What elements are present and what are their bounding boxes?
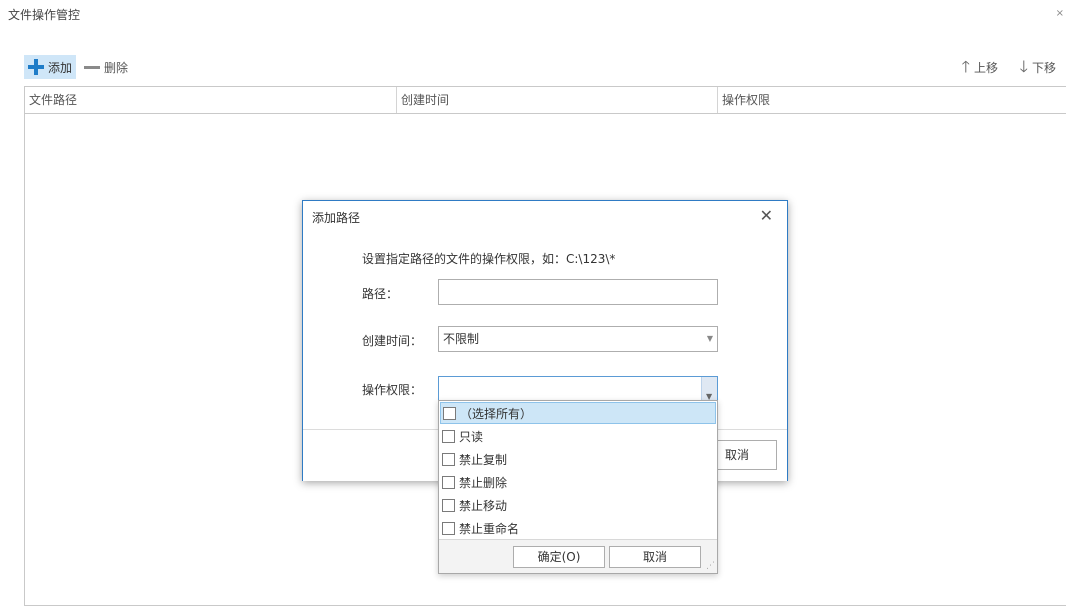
- toolbar: 添加 删除 🡑 上移 🡓 下移: [24, 55, 1062, 81]
- table-header: 文件路径 创建时间 操作权限: [25, 87, 1066, 114]
- move-up-label: 上移: [973, 60, 998, 75]
- move-up-button[interactable]: 🡑 上移: [958, 55, 1002, 79]
- add-button[interactable]: 添加: [24, 55, 77, 79]
- chevron-down-icon: ▼: [706, 334, 713, 343]
- permission-dropdown: （选择所有） 只读 禁止复制 禁止删除 禁止移动 禁止重命名 确定(O) 取消 …: [438, 400, 718, 574]
- column-header-created[interactable]: 创建时间: [397, 87, 718, 113]
- checkbox[interactable]: [442, 475, 455, 489]
- list-item-label: 禁止移动: [459, 498, 508, 513]
- list-item-select-all[interactable]: （选择所有）: [440, 402, 716, 424]
- list-item-no-copy[interactable]: 禁止复制: [440, 448, 716, 470]
- path-label: 路径：: [362, 287, 399, 301]
- arrow-up-icon: 🡑: [961, 57, 970, 76]
- list-item-label: 禁止复制: [459, 452, 508, 467]
- dialog-title: 添加路径: [312, 211, 361, 225]
- column-header-permission[interactable]: 操作权限: [718, 87, 1066, 113]
- list-item-label: 只读: [459, 429, 484, 444]
- dropdown-toggle[interactable]: ▼: [701, 377, 717, 401]
- created-time-value: 不限制: [443, 332, 480, 346]
- minus-icon: [84, 65, 100, 69]
- delete-button-label: 删除: [104, 60, 129, 75]
- add-button-label: 添加: [48, 60, 73, 75]
- list-item-no-rename[interactable]: 禁止重命名: [440, 517, 716, 539]
- created-time-label: 创建时间：: [362, 334, 423, 348]
- dialog-close-icon[interactable]: ✕: [760, 206, 773, 225]
- path-input[interactable]: [438, 279, 718, 305]
- arrow-down-icon: 🡓: [1019, 57, 1028, 76]
- delete-button[interactable]: 删除: [80, 55, 132, 79]
- dropdown-ok-button[interactable]: 确定(O): [513, 546, 605, 568]
- resize-grip-icon[interactable]: ⋰: [706, 561, 715, 571]
- dropdown-footer: 确定(O) 取消 ⋰: [439, 539, 717, 573]
- checkbox[interactable]: [442, 521, 455, 535]
- permission-select[interactable]: ▼: [438, 376, 718, 402]
- checkbox[interactable]: [442, 429, 455, 443]
- list-item-label: （选择所有）: [460, 406, 533, 421]
- move-down-label: 下移: [1031, 60, 1056, 75]
- list-item-read-only[interactable]: 只读: [440, 425, 716, 447]
- column-header-path[interactable]: 文件路径: [25, 87, 397, 113]
- checkbox[interactable]: [442, 452, 455, 466]
- list-item-no-delete[interactable]: 禁止删除: [440, 471, 716, 493]
- checkbox[interactable]: [442, 498, 455, 512]
- move-down-button[interactable]: 🡓 下移: [1016, 55, 1060, 79]
- window-title: 文件操作管控: [8, 8, 81, 22]
- list-item-no-move[interactable]: 禁止移动: [440, 494, 716, 516]
- permission-label: 操作权限：: [362, 383, 423, 397]
- created-time-select[interactable]: 不限制 ▼: [438, 326, 718, 352]
- dropdown-cancel-button[interactable]: 取消: [609, 546, 701, 568]
- dialog-description: 设置指定路径的文件的操作权限，如：C:\123\*: [362, 252, 616, 266]
- checkbox[interactable]: [443, 406, 456, 420]
- list-item-label: 禁止重命名: [459, 521, 520, 536]
- window-close-icon[interactable]: ×: [1056, 8, 1064, 19]
- plus-icon: [28, 59, 44, 75]
- list-item-label: 禁止删除: [459, 475, 508, 490]
